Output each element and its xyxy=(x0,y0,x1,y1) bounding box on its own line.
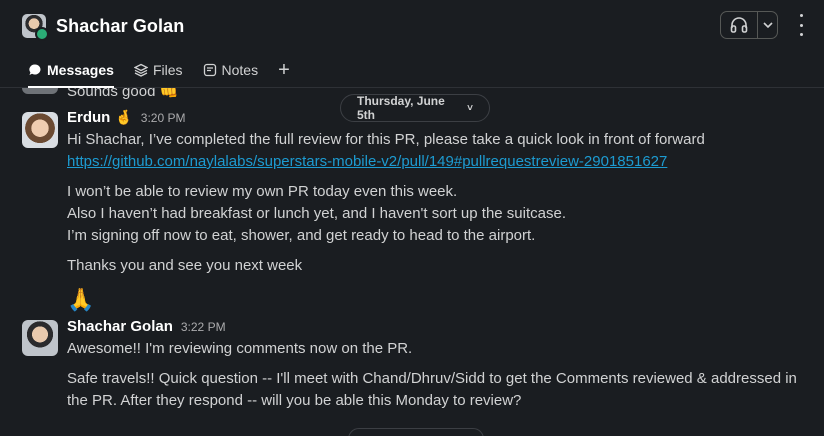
message-header: Shachar Golan 3:22 PM xyxy=(67,318,807,338)
fist-bump-emoji: 👊 xyxy=(159,88,179,100)
tab-files[interactable]: Files xyxy=(133,52,183,88)
message-line: I’m signing off now to eat, shower, and … xyxy=(67,227,536,244)
note-icon xyxy=(203,63,217,77)
avatar[interactable] xyxy=(22,88,58,94)
message-body: Shachar Golan 3:22 PM Awesome!! I'm revi… xyxy=(67,318,807,412)
tab-label: Files xyxy=(152,61,183,78)
previous-message: Sounds good 👊 xyxy=(67,88,178,100)
message-line: the PR. After they respond -- will you b… xyxy=(67,392,522,409)
headphones-icon xyxy=(730,17,748,33)
pr-link[interactable]: https://github.com/naylalabs/superstars-… xyxy=(67,153,667,170)
chevron-down-icon xyxy=(762,22,773,29)
huddle-button-group xyxy=(720,11,778,39)
message-line: Hi Shachar, I’ve completed the full revi… xyxy=(67,131,705,148)
message-line: Safe travels!! Quick question -- I'll me… xyxy=(67,370,797,387)
conversation-title[interactable]: Shachar Golan xyxy=(56,16,184,37)
message-bubble-icon xyxy=(28,63,42,77)
message-timestamp[interactable]: 3:22 PM xyxy=(181,320,226,334)
author-name[interactable]: Shachar Golan xyxy=(67,318,173,335)
date-divider-button[interactable] xyxy=(348,428,484,436)
tab-label: Notes xyxy=(221,61,259,78)
add-tab-button[interactable]: + xyxy=(278,60,290,80)
channel-tabs: Messages Files Notes + xyxy=(0,52,824,88)
message-list: Sounds good 👊 Thursday, June 5th ˅ Erdun… xyxy=(0,88,824,436)
tab-label: Messages xyxy=(47,61,114,78)
message-line: Awesome!! I'm reviewing comments now on … xyxy=(67,340,413,357)
tab-messages[interactable]: Messages xyxy=(28,52,114,88)
message-line: Also I haven’t had breakfast or lunch ye… xyxy=(67,205,566,222)
tab-notes[interactable]: Notes xyxy=(203,52,259,88)
huddle-options-button[interactable] xyxy=(758,12,777,38)
status-emoji[interactable]: 🤞 xyxy=(115,109,132,126)
header-avatar[interactable] xyxy=(22,14,49,41)
channel-header: Shachar Golan xyxy=(0,0,824,52)
message-text: Sounds good xyxy=(67,88,156,100)
message-line: I won’t be able to review my own PR toda… xyxy=(67,183,458,200)
layers-icon xyxy=(133,63,148,77)
folded-hands-emoji: 🙏 xyxy=(67,287,95,312)
message-timestamp[interactable]: 3:20 PM xyxy=(141,111,186,125)
presence-indicator xyxy=(35,27,49,41)
message-line: Thanks you and see you next week xyxy=(67,257,303,274)
avatar[interactable] xyxy=(22,112,58,148)
author-name[interactable]: Erdun xyxy=(67,109,110,126)
message-header: Erdun 🤞 3:20 PM xyxy=(67,109,807,129)
huddle-button[interactable] xyxy=(721,12,758,38)
kebab-menu-icon[interactable] xyxy=(794,14,808,36)
avatar[interactable] xyxy=(22,320,58,356)
message-body: Erdun 🤞 3:20 PM Hi Shachar, I’ve complet… xyxy=(67,109,807,315)
